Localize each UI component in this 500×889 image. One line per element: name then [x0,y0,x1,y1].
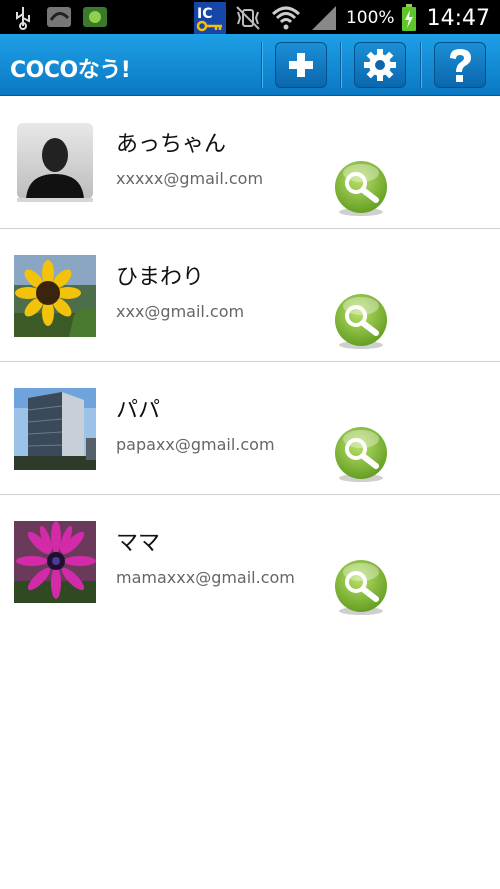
settings-button[interactable] [354,42,406,88]
contact-row[interactable]: ママ mamaxxx@gmail.com [0,495,500,628]
battery-charging-icon [401,4,416,31]
toolbar-divider [261,42,262,88]
usb-icon [16,7,30,30]
contact-name: ママ [116,531,161,556]
toolbar-divider [420,42,421,88]
app-title: COCOなう! [10,58,131,83]
contact-row[interactable]: パパ papaxx@gmail.com [0,362,500,495]
clock: 14:47 [426,5,490,31]
sunflower-avatar [14,255,96,337]
app-icon-2 [83,7,107,27]
app-icon [47,7,71,27]
contact-row[interactable]: ひまわり xxx@gmail.com [0,229,500,362]
status-bar: IC 100% 14:47 [0,0,500,34]
search-icon[interactable] [332,293,390,351]
signal-icon [311,6,336,30]
settings-gear-icon [364,49,396,81]
wifi-icon [271,6,301,30]
contact-name: ひまわり [116,265,205,290]
purple-flower-avatar [14,521,96,603]
search-icon[interactable] [332,426,390,484]
contact-email: papaxx@gmail.com [116,435,275,454]
contact-list: あっちゃん xxxxx@gmail.com ひまわり xxx@gmail.com… [0,96,500,628]
building-avatar [14,388,96,470]
help-button[interactable] [434,42,486,88]
app-bar: COCOなう! [0,34,500,96]
help-icon [450,49,471,82]
mute-vibrate-icon [236,6,260,30]
default-avatar-icon [17,123,93,202]
svg-text:IC: IC [197,6,212,22]
contact-email: xxx@gmail.com [116,302,245,321]
contact-name: あっちゃん [116,132,227,157]
search-icon[interactable] [332,160,390,218]
add-icon [289,53,313,77]
contact-name: パパ [116,398,161,423]
add-button[interactable] [275,42,327,88]
ic-key-icon: IC [193,2,226,34]
contact-row[interactable]: あっちゃん xxxxx@gmail.com [0,96,500,229]
contact-email: xxxxx@gmail.com [116,169,264,188]
battery-percent: 100% [345,8,395,28]
contact-email: mamaxxx@gmail.com [116,568,295,587]
toolbar-divider [340,42,341,88]
search-icon[interactable] [332,559,390,617]
